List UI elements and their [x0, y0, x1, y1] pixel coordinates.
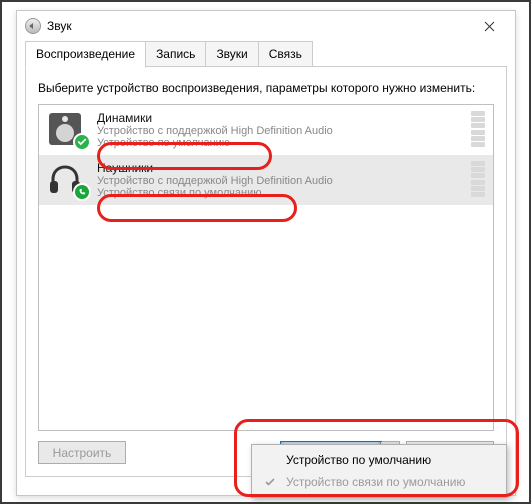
titlebar: Звук: [17, 11, 515, 41]
dropdown-item-default-device[interactable]: Устройство по умолчанию: [256, 449, 502, 471]
tab-communications[interactable]: Связь: [258, 41, 313, 67]
device-icon-wrap: [45, 159, 89, 199]
device-list[interactable]: Динамики Устройство с поддержкой High De…: [38, 104, 494, 431]
tab-sounds[interactable]: Звуки: [205, 41, 258, 67]
dropdown-item-label: Устройство связи по умолчанию: [286, 475, 465, 489]
audio-icon: [25, 18, 41, 34]
device-name: Динамики: [97, 111, 465, 125]
device-text: Наушники Устройство с поддержкой High De…: [97, 159, 465, 199]
device-item[interactable]: Динамики Устройство с поддержкой High De…: [39, 105, 493, 155]
dropdown-item-label: Устройство по умолчанию: [286, 453, 431, 467]
level-meter: [471, 161, 485, 197]
device-item[interactable]: Наушники Устройство с поддержкой High De…: [39, 155, 493, 205]
default-check-icon: [73, 133, 91, 151]
default-dropdown-menu: Устройство по умолчанию Устройство связи…: [251, 444, 507, 498]
tab-playback[interactable]: Воспроизведение: [25, 41, 146, 68]
sound-dialog: Звук Воспроизведение Запись Звуки Связь …: [16, 10, 516, 496]
device-status: Устройство по умолчанию: [97, 137, 465, 149]
device-status: Устройство связи по умолчанию: [97, 187, 465, 199]
default-comm-icon: [73, 183, 91, 201]
device-description: Устройство с поддержкой High Definition …: [97, 125, 465, 137]
tab-strip: Воспроизведение Запись Звуки Связь: [17, 41, 515, 67]
tab-panel: Выберите устройство воспроизведения, пар…: [25, 67, 507, 477]
device-description: Устройство с поддержкой High Definition …: [97, 175, 465, 187]
instruction-text: Выберите устройство воспроизведения, пар…: [38, 81, 494, 96]
device-name: Наушники: [97, 161, 465, 175]
configure-button[interactable]: Настроить: [38, 441, 126, 464]
close-button[interactable]: [471, 14, 507, 38]
tab-recording[interactable]: Запись: [145, 41, 206, 67]
dropdown-item-default-comm-device[interactable]: Устройство связи по умолчанию: [256, 471, 502, 493]
level-meter: [471, 111, 485, 147]
check-icon: [262, 476, 278, 488]
window-title: Звук: [47, 19, 471, 33]
device-icon-wrap: [45, 109, 89, 149]
device-text: Динамики Устройство с поддержкой High De…: [97, 109, 465, 149]
